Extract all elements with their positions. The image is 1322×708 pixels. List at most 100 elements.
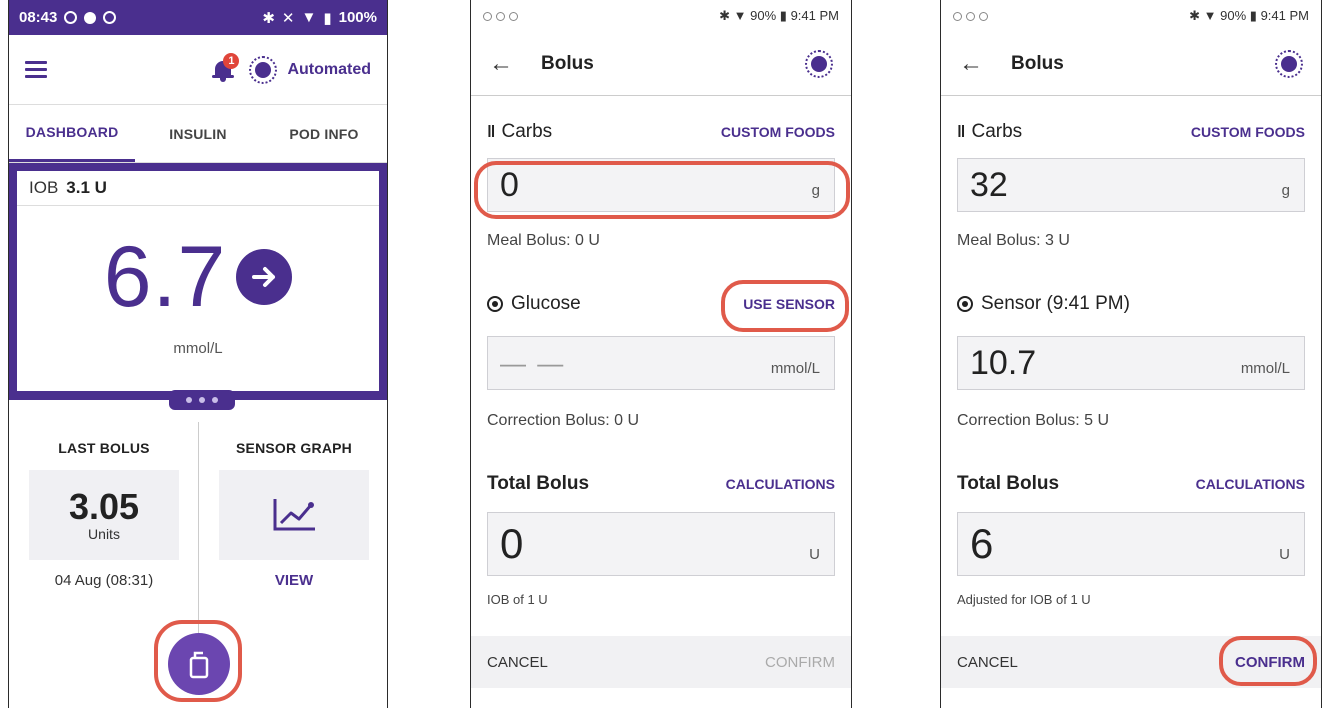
- bolus-fab-button[interactable]: [168, 633, 230, 695]
- status-icon: [84, 11, 97, 24]
- dashboard-screen: 08:43 ✱ ✕ ▼ ▮ 100% 1 Automated DASHBOARD…: [8, 0, 388, 708]
- meal-bolus-text: Meal Bolus: 0 U: [487, 232, 600, 249]
- sensor-value: 10.7: [970, 343, 1037, 382]
- iob-row: IOB 3.1 U: [17, 171, 379, 206]
- pod-status-icon[interactable]: [249, 55, 278, 84]
- tab-dashboard[interactable]: DASHBOARD: [9, 105, 135, 162]
- carbs-unit: g: [811, 182, 820, 199]
- glucose-unit: mmol/L: [770, 360, 820, 377]
- graph-icon: [273, 499, 315, 531]
- total-bolus-label: Total Bolus: [487, 473, 590, 494]
- cancel-button[interactable]: CANCEL: [957, 654, 1018, 671]
- calculations-link[interactable]: CALCULATIONS: [726, 476, 835, 492]
- use-sensor-link[interactable]: USE SENSOR: [743, 296, 835, 312]
- battery-level: 90%: [750, 8, 777, 23]
- status-time: 9:41 PM: [790, 8, 839, 23]
- carbs-input[interactable]: 32 g: [957, 158, 1305, 212]
- last-bolus-time: 04 Aug (08:31): [54, 572, 154, 589]
- correction-bolus-text: Correction Bolus: 0 U: [487, 412, 640, 429]
- total-bolus-label: Total Bolus: [957, 473, 1060, 494]
- last-bolus-unit: Units: [88, 525, 120, 542]
- bolus-screen-empty: ✱ ▼ 90% ▮ 9:41 PM ← Bolus ǁ Carbs CUSTOM …: [470, 0, 852, 708]
- iob-note: IOB of 1 U: [487, 592, 548, 607]
- action-bar: CANCEL CONFIRM: [941, 636, 1321, 688]
- battery-level: 100%: [338, 9, 377, 26]
- meal-bolus-text: Meal Bolus: 3 U: [957, 232, 1070, 249]
- page-title: Bolus: [541, 52, 594, 74]
- glucose-value: 6.7: [103, 229, 227, 325]
- tab-insulin[interactable]: INSULIN: [135, 105, 261, 162]
- total-bolus-input[interactable]: 6 U: [957, 512, 1305, 576]
- carbs-value: 0: [500, 165, 519, 204]
- last-bolus-title: LAST BOLUS: [58, 440, 150, 456]
- total-bolus-value: 0: [500, 520, 524, 567]
- iob-value: 3.1 U: [66, 178, 107, 197]
- last-bolus-panel: LAST BOLUS 3.05 Units 04 Aug (08:31): [29, 440, 179, 589]
- sensor-label: Sensor (9:41 PM): [957, 293, 1130, 315]
- pod-status-icon[interactable]: [805, 49, 833, 78]
- tab-pod-info[interactable]: POD INFO: [261, 105, 387, 162]
- app-bar: 1 Automated: [9, 35, 387, 105]
- total-bolus-value: 6: [970, 520, 994, 567]
- carbs-value: 32: [970, 165, 1008, 204]
- status-bar: ✱ ▼ 90% ▮ 9:41 PM: [471, 0, 851, 32]
- sensor-graph-tile[interactable]: [219, 470, 369, 560]
- sensor-graph-title: SENSOR GRAPH: [236, 440, 352, 456]
- status-time: 9:41 PM: [1260, 8, 1309, 23]
- carbs-label: ǁ Carbs: [487, 121, 553, 142]
- divider: [198, 422, 199, 648]
- total-bolus-unit: U: [1279, 546, 1290, 563]
- action-bar: CANCEL CONFIRM: [471, 636, 851, 688]
- bolus-icon: [189, 651, 209, 679]
- iob-note: Adjusted for IOB of 1 U: [957, 592, 1091, 607]
- status-bar: ✱ ▼ 90% ▮ 9:41 PM: [941, 0, 1321, 32]
- battery-level: 90%: [1220, 8, 1247, 23]
- glucose-input[interactable]: — — mmol/L: [487, 336, 835, 390]
- trend-arrow-icon: [236, 249, 293, 305]
- total-bolus-input[interactable]: 0 U: [487, 512, 835, 576]
- page-title: Bolus: [1011, 52, 1064, 74]
- calculations-link[interactable]: CALCULATIONS: [1196, 476, 1305, 492]
- carbs-label: ǁ Carbs: [957, 121, 1023, 142]
- status-icon: [64, 11, 78, 24]
- last-bolus-tile: 3.05 Units: [29, 470, 179, 560]
- fork-knife-icon: ǁ: [957, 122, 966, 141]
- total-bolus-unit: U: [809, 546, 820, 563]
- pod-status-icon[interactable]: [1275, 49, 1303, 78]
- bluetooth-icon: ✱: [262, 9, 275, 27]
- sensor-input[interactable]: 10.7 mmol/L: [957, 336, 1305, 390]
- battery-icon: ▮: [323, 9, 332, 27]
- status-time: 08:43: [19, 9, 58, 26]
- sensor-unit: mmol/L: [1240, 360, 1290, 377]
- correction-bolus-text: Correction Bolus: 5 U: [957, 412, 1110, 429]
- mode-label[interactable]: Automated: [287, 61, 371, 79]
- glucose-card[interactable]: IOB 3.1 U 6.7 mmol/L: [9, 163, 387, 410]
- notification-badge: 1: [223, 52, 240, 69]
- app-bar: ← Bolus: [941, 32, 1321, 96]
- custom-foods-link[interactable]: CUSTOM FOODS: [1191, 124, 1305, 140]
- custom-foods-link[interactable]: CUSTOM FOODS: [721, 124, 835, 140]
- back-arrow-icon[interactable]: ←: [959, 50, 989, 78]
- back-arrow-icon[interactable]: ←: [489, 50, 519, 78]
- tab-bar: DASHBOARD INSULIN POD INFO: [9, 105, 387, 163]
- carbs-input[interactable]: 0 g: [487, 158, 835, 212]
- app-bar: ← Bolus: [471, 32, 851, 96]
- drop-icon: [487, 296, 503, 312]
- status-icon: [103, 11, 117, 24]
- drop-icon: [957, 296, 973, 312]
- wifi-icon: ▼: [301, 9, 317, 26]
- cancel-button[interactable]: CANCEL: [487, 654, 548, 671]
- sensor-graph-panel: SENSOR GRAPH VIEW: [219, 440, 369, 589]
- iob-label: IOB: [29, 178, 59, 197]
- battery-icon: ▮: [779, 8, 787, 23]
- glucose-label: Glucose: [487, 293, 581, 315]
- carbs-unit: g: [1281, 182, 1290, 199]
- confirm-button[interactable]: CONFIRM: [1235, 654, 1305, 671]
- mute-icon: ✕: [281, 9, 295, 27]
- notification-bell-icon[interactable]: 1: [211, 52, 240, 83]
- confirm-button[interactable]: CONFIRM: [765, 654, 835, 671]
- menu-icon[interactable]: [25, 61, 47, 78]
- view-graph-link[interactable]: VIEW: [219, 572, 369, 589]
- last-bolus-value: 3.05: [68, 486, 140, 528]
- glucose-placeholder: — —: [500, 347, 566, 378]
